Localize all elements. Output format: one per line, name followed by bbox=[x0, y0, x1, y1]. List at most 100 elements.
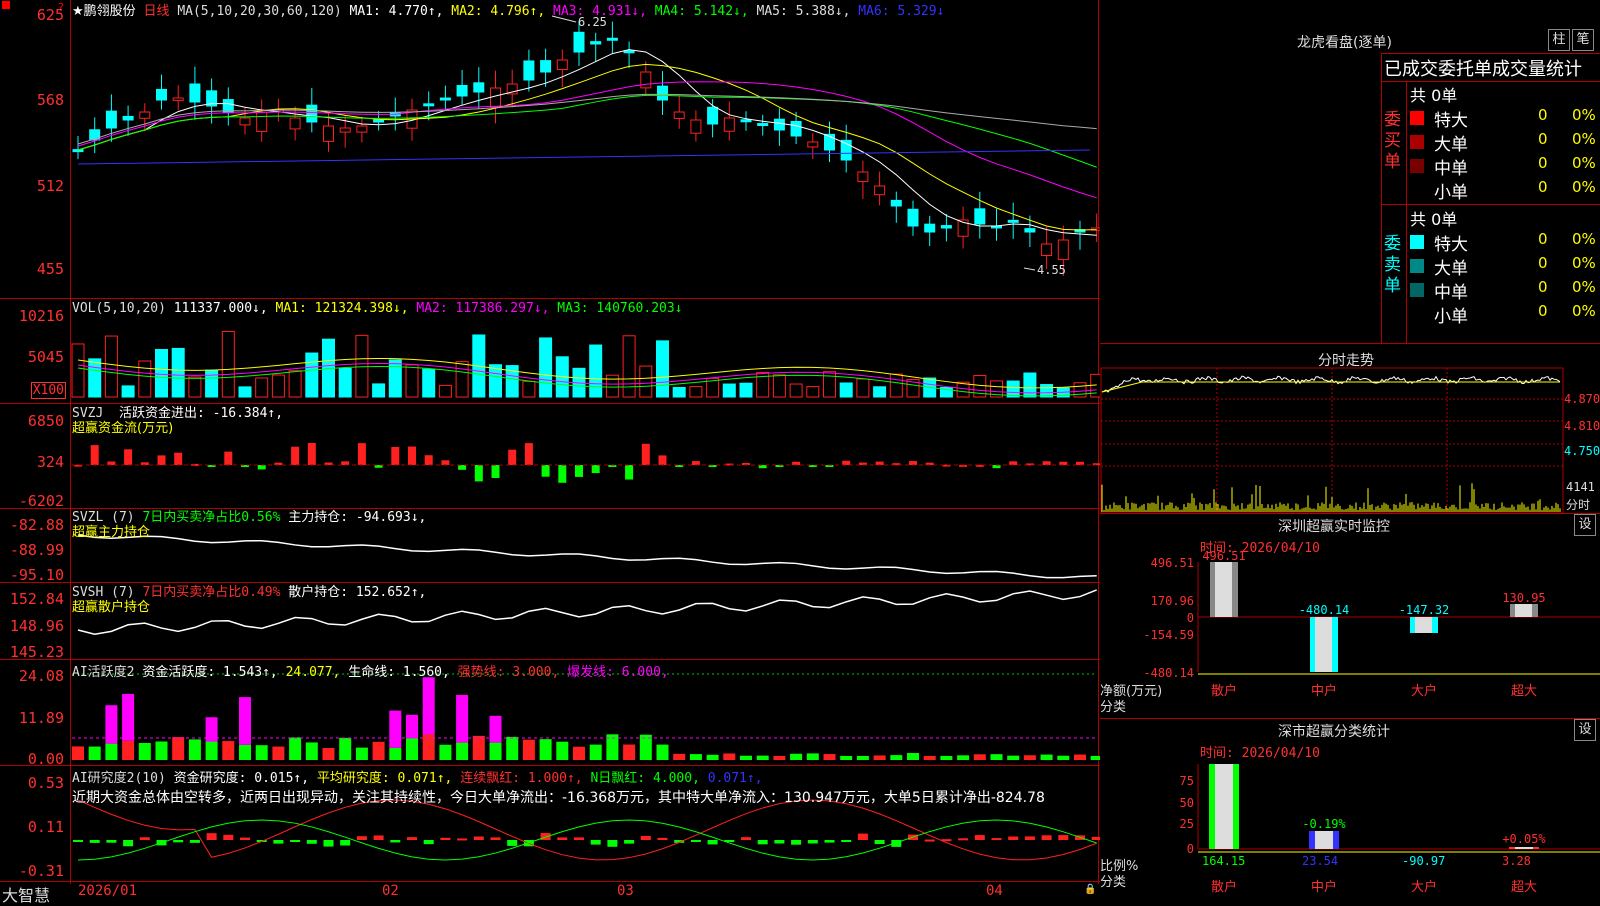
y-label: 10216 bbox=[18, 307, 64, 325]
monitor-cat-label: 分类 bbox=[1100, 700, 1127, 715]
research-bar bbox=[123, 840, 134, 847]
classify-cat-label: 分类 bbox=[1100, 875, 1127, 890]
svzl-subtitle: 超赢主力持仓 bbox=[72, 525, 151, 540]
volume-bar bbox=[455, 361, 469, 398]
volume-bar bbox=[672, 386, 686, 398]
avg-line bbox=[1101, 381, 1560, 393]
y-label: 152.84 bbox=[9, 590, 64, 608]
monitor-y-label: -154.59 bbox=[1143, 628, 1194, 642]
active-bar bbox=[205, 741, 218, 760]
research-bar bbox=[340, 840, 351, 846]
research-bar bbox=[590, 840, 601, 845]
research-bar bbox=[1058, 835, 1069, 840]
bar-view-button[interactable]: 柱 bbox=[1548, 29, 1570, 51]
order-count: 0 bbox=[1538, 230, 1548, 248]
fund-flow-bar bbox=[691, 461, 700, 465]
volume-bar bbox=[889, 373, 903, 398]
research-bar bbox=[974, 835, 985, 840]
dragon-tiger-panel: 龙虎看盘(逐单) 柱 笔 已成交委托单成交量统计 委买单 委卖单 共 0单 共 … bbox=[1100, 0, 1600, 344]
classify-y-label: 50 bbox=[1180, 796, 1194, 810]
burst-bar bbox=[456, 694, 469, 743]
ma-header: ★鹏翎股份 日线 MA(5,10,20,30,60,120) MA1: 4.77… bbox=[72, 0, 944, 19]
research-bar bbox=[1024, 836, 1035, 840]
intraday-fen-label[interactable]: 分时 bbox=[1566, 496, 1590, 513]
ai-active-v5: 爆发线: 6.000, bbox=[567, 665, 669, 680]
volume-bar bbox=[372, 383, 386, 398]
active-bar bbox=[573, 746, 585, 760]
active-bar bbox=[623, 744, 636, 760]
period-label[interactable]: 日线 bbox=[143, 4, 169, 19]
ma-value: MA6: 5.329↓ bbox=[858, 4, 945, 19]
order-type-label: 小单 bbox=[1434, 307, 1468, 327]
candle bbox=[606, 37, 618, 41]
burst-bar bbox=[422, 677, 435, 735]
order-count: 0 bbox=[1538, 254, 1548, 272]
fund-flow-bar bbox=[224, 451, 233, 465]
monitor-category: 大户 bbox=[1411, 683, 1437, 699]
order-pct: 0% bbox=[1572, 154, 1596, 172]
y-label: -95.10 bbox=[9, 566, 64, 584]
research-line bbox=[77, 799, 1097, 861]
fund-flow-bar bbox=[307, 443, 316, 465]
chart-area[interactable]: 6.25 4.55 625 568 512 455 10216 5045 X10… bbox=[0, 0, 1104, 905]
svsh-name: SVSH (7) bbox=[72, 585, 135, 600]
order-row: 小单 0 0% bbox=[1410, 302, 1600, 327]
candle bbox=[807, 141, 819, 148]
classify-panel: 深市超赢分类统计 设 时间: 2026/04/10 75 50 25 0 -0.19% +… bbox=[1100, 718, 1600, 901]
active-bar bbox=[389, 747, 402, 760]
research-bar bbox=[223, 834, 234, 840]
candle bbox=[740, 119, 752, 123]
ai-research-v4: N日飘红: 4.000, bbox=[590, 771, 700, 786]
classify-category: 中户 bbox=[1311, 879, 1337, 895]
intraday-vol-label: 4141 bbox=[1566, 480, 1595, 494]
monitor-value: 130.95 bbox=[1502, 591, 1545, 605]
research-bar bbox=[206, 833, 217, 840]
volume-bar bbox=[205, 369, 219, 398]
right-panel: 龙虎看盘(逐单) 柱 笔 已成交委托单成交量统计 委买单 委卖单 共 0单 共 … bbox=[1100, 0, 1600, 900]
active-bar bbox=[873, 755, 886, 760]
active-bar bbox=[322, 747, 335, 760]
question-icon[interactable]: ? bbox=[58, 1, 64, 14]
fund-flow-bar bbox=[1009, 461, 1018, 465]
candle bbox=[439, 97, 451, 101]
order-color-swatch bbox=[1410, 111, 1424, 125]
ma-value: MA4: 5.142↓, bbox=[654, 4, 749, 19]
vol-value: 111337.000↓, bbox=[173, 301, 268, 316]
monitor-y-label: 0 bbox=[1187, 611, 1194, 625]
candle bbox=[924, 223, 936, 233]
svzl-ratio: 7日内买卖净占比0.56% bbox=[142, 510, 281, 525]
ai-active-header: AI活跃度2 资金活跃度: 1.543↑, 24.077, 生命线: 1.560… bbox=[72, 661, 669, 680]
brand-label[interactable]: 大智慧 bbox=[2, 882, 50, 906]
candle bbox=[89, 129, 101, 141]
svzj-name: SVZJ bbox=[72, 406, 104, 421]
y-label: 5045 bbox=[27, 348, 64, 366]
order-pct: 0% bbox=[1572, 278, 1596, 296]
fund-flow-bar bbox=[508, 449, 517, 465]
volume-bar bbox=[271, 374, 285, 398]
order-type-label: 小单 bbox=[1434, 183, 1468, 203]
kline-canvas[interactable]: 6.25 4.55 bbox=[0, 0, 1104, 900]
candle bbox=[423, 103, 435, 107]
active-bar bbox=[856, 755, 869, 760]
ma-value: MA2: 4.796↑, bbox=[451, 4, 546, 19]
order-type-label: 特大 bbox=[1434, 235, 1468, 255]
intraday-panel[interactable]: 分时走势 4.870 4.810 4.750 4141 分时 bbox=[1100, 343, 1600, 514]
fund-flow-bar bbox=[524, 443, 533, 465]
intraday-canvas[interactable] bbox=[1100, 344, 1600, 514]
stock-name[interactable]: ★鹏翎股份 bbox=[72, 4, 136, 19]
research-bar bbox=[490, 837, 501, 840]
y-label: 568 bbox=[36, 91, 64, 109]
research-bar bbox=[440, 837, 451, 840]
active-bar bbox=[973, 754, 986, 760]
intraday-y-label: 4.870 bbox=[1564, 392, 1600, 406]
research-bar bbox=[1041, 835, 1052, 840]
order-count: 0 bbox=[1538, 106, 1548, 124]
candle bbox=[890, 199, 902, 207]
lock-icon[interactable]: 🔒 bbox=[1084, 884, 1096, 895]
tick-view-button[interactable]: 笔 bbox=[1572, 29, 1594, 51]
classify-value: 3.28 bbox=[1502, 854, 1531, 868]
research-bar bbox=[540, 833, 551, 840]
order-color-swatch bbox=[1410, 183, 1424, 197]
classify-y-label: 25 bbox=[1180, 817, 1194, 831]
fund-flow-bar bbox=[174, 452, 183, 465]
